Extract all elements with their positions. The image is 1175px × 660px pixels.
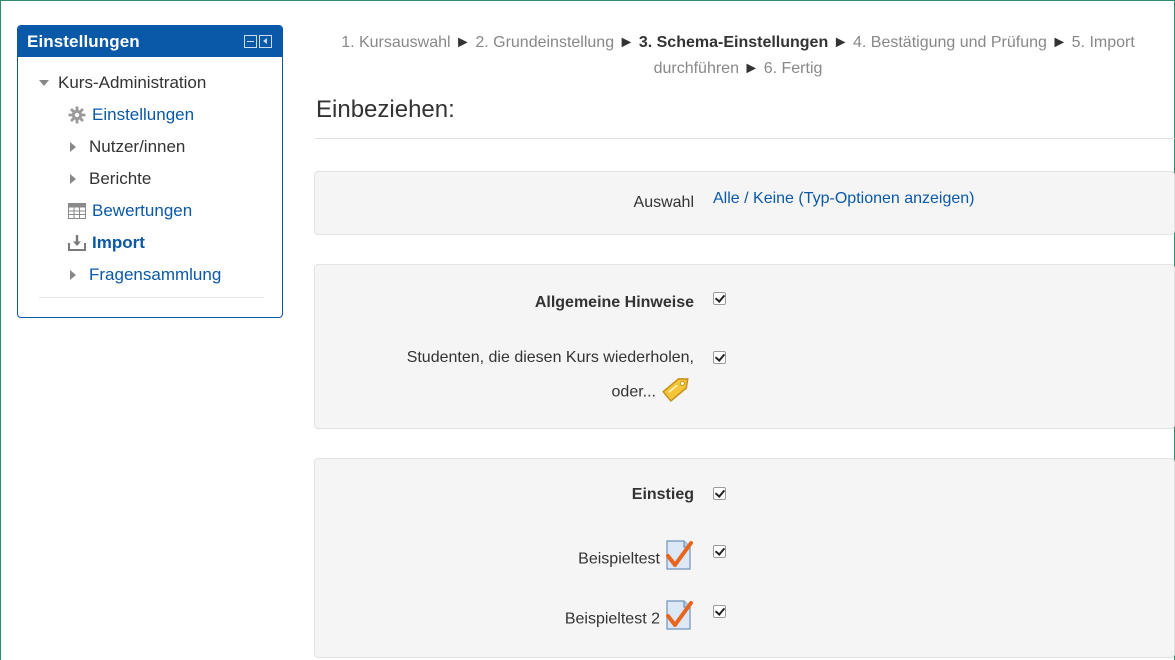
- tree-item-grades-label[interactable]: Bewertungen: [92, 201, 192, 221]
- tree-item-settings-label[interactable]: Einstellungen: [92, 105, 194, 125]
- tree-item-users-label: Nutzer/innen: [89, 137, 186, 156]
- quiz-checkbox[interactable]: [713, 545, 726, 558]
- label-tag-icon: [660, 371, 694, 414]
- import-progress: 1. Kursauswahl ► 2. Grundeinstellung ► 3…: [318, 30, 1158, 82]
- show-type-options-link[interactable]: (Typ-Optionen anzeigen): [798, 190, 974, 207]
- step-1: 1. Kursauswahl: [341, 34, 451, 51]
- minimize-icon[interactable]: [244, 35, 257, 48]
- tree-item-import[interactable]: Import: [18, 227, 282, 259]
- selection-fieldset: Auswahl Alle / Keine (Typ-Optionen anzei…: [314, 171, 1175, 235]
- section-general-fieldset: Allgemeine Hinweise Studenten, die diese…: [314, 264, 1175, 429]
- admin-tree: Kurs-Administration Einstellungen Nutzer…: [18, 57, 282, 291]
- gradebook-icon: [67, 201, 87, 221]
- tree-item-users[interactable]: Nutzer/innen: [18, 131, 282, 163]
- item-label-line2: oder...: [611, 383, 656, 401]
- caret-right-icon: [70, 270, 76, 280]
- section-intro-checkbox[interactable]: [713, 487, 726, 500]
- tree-item-reports-label: Berichte: [89, 169, 152, 188]
- block-title: Einstellungen: [27, 31, 140, 51]
- quiz-icon: [664, 539, 694, 580]
- block-controls: [244, 35, 272, 48]
- step-3-current: 3. Schema-Einstellungen: [638, 34, 829, 51]
- tree-item-question-bank[interactable]: Fragensammlung: [18, 259, 282, 291]
- tree-item-reports[interactable]: Berichte: [18, 163, 282, 195]
- step-4: 4. Bestätigung und Prüfung: [852, 34, 1047, 51]
- page-title: Einbeziehen:: [316, 96, 455, 123]
- step-6: 6. Fertig: [763, 60, 823, 77]
- import-icon: [67, 233, 87, 253]
- gear-icon: [67, 105, 87, 125]
- caret-right-icon: [70, 142, 76, 152]
- selection-links: Alle / Keine (Typ-Optionen anzeigen): [713, 186, 975, 212]
- select-all-link[interactable]: Alle: [713, 190, 740, 207]
- caret-right-icon: [70, 174, 76, 184]
- step-separator: ►: [832, 34, 849, 51]
- section-intro-fieldset: Einstieg Beispieltest Beispieltest 2: [314, 458, 1175, 658]
- section-intro-header-label: Einstieg: [631, 486, 694, 503]
- select-none-link[interactable]: Keine: [753, 190, 794, 207]
- quiz-label: Beispieltest 2: [565, 599, 694, 640]
- settings-block: Einstellungen Kurs-Administration Einste…: [17, 25, 283, 318]
- selection-label: Auswahl: [633, 194, 694, 211]
- quiz-checkbox[interactable]: [713, 605, 726, 618]
- step-separator: ►: [743, 60, 760, 77]
- caret-down-icon: [39, 80, 49, 86]
- tree-root-label: Kurs-Administration: [58, 73, 207, 92]
- step-2: 2. Grundeinstellung: [475, 34, 615, 51]
- quiz-name: Beispieltest: [578, 550, 660, 568]
- dock-icon[interactable]: [259, 35, 272, 48]
- tree-item-settings[interactable]: Einstellungen: [18, 99, 282, 131]
- section-general-checkbox[interactable]: [713, 292, 726, 305]
- tree-item-grades[interactable]: Bewertungen: [18, 195, 282, 227]
- tree-item-question-bank-label[interactable]: Fragensammlung: [89, 265, 221, 285]
- section-general-item-label: Studenten, die diesen Kurs wiederholen, …: [407, 345, 694, 414]
- section-general-header-label: Allgemeine Hinweise: [534, 294, 694, 311]
- quiz-label: Beispieltest: [578, 539, 694, 580]
- step-separator: ►: [455, 34, 471, 51]
- quiz-name: Beispieltest 2: [564, 610, 660, 628]
- block-header: Einstellungen: [18, 26, 282, 57]
- title-divider: [315, 138, 1175, 139]
- tree-root-course-admin[interactable]: Kurs-Administration: [18, 67, 282, 99]
- tree-item-import-label[interactable]: Import: [92, 233, 145, 253]
- block-divider: [39, 297, 264, 298]
- selection-slash: /: [739, 190, 754, 207]
- section-general-item-checkbox[interactable]: [713, 351, 726, 364]
- step-separator: ►: [618, 34, 635, 51]
- quiz-icon: [664, 599, 694, 640]
- step-separator: ►: [1051, 34, 1068, 51]
- item-label-line1: Studenten, die diesen Kurs wiederholen,: [406, 349, 694, 366]
